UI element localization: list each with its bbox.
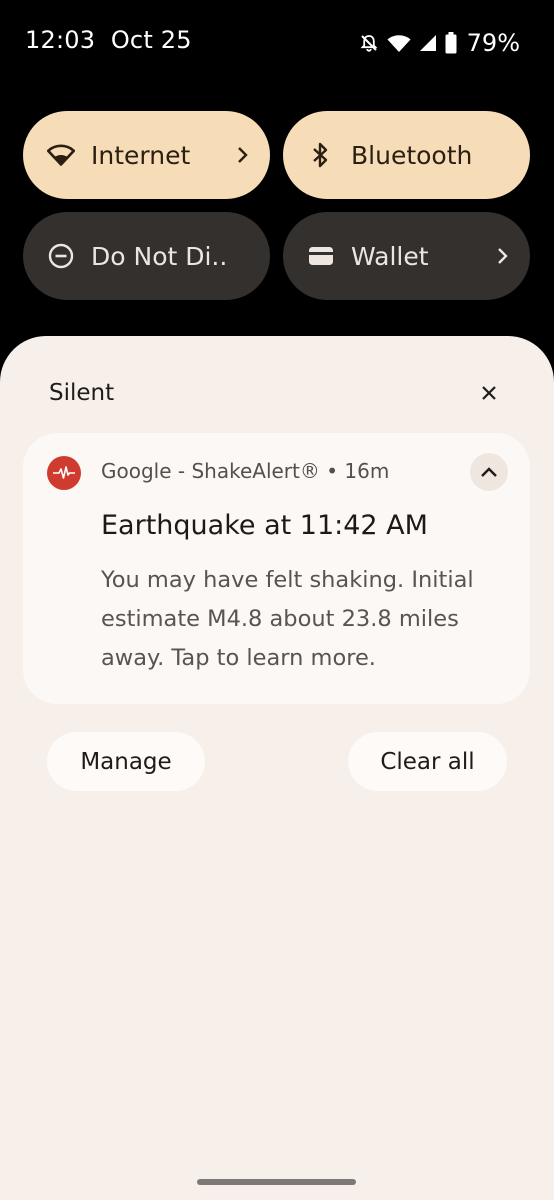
home-gesture-bar[interactable]: [197, 1179, 356, 1185]
battery-icon: [445, 32, 457, 54]
wallet-icon: [307, 242, 335, 270]
notification-shade: Silent Google - ShakeAlert® • 16m Earthq…: [0, 336, 554, 1200]
status-icons: 79%: [359, 29, 520, 57]
notification-body: You may have felt shaking. Initial estim…: [101, 567, 474, 671]
chevron-up-icon: [480, 463, 498, 482]
do-not-disturb-icon: [47, 242, 75, 270]
wifi-icon: [47, 141, 75, 169]
tile-label: Internet: [91, 140, 191, 170]
dismiss-silent-button[interactable]: [470, 376, 508, 414]
collapse-notification-button[interactable]: [470, 453, 508, 491]
status-bar: 12:03 Oct 25 79%: [0, 0, 554, 88]
cellular-signal-icon: [419, 34, 437, 52]
tile-label: Do Not Di..: [91, 241, 228, 271]
chevron-right-icon: [488, 247, 508, 265]
quick-tile-wallet[interactable]: Wallet: [283, 212, 530, 300]
chevron-right-icon: [228, 146, 248, 164]
bell-off-icon: [359, 33, 379, 53]
quick-tile-internet[interactable]: Internet: [23, 111, 270, 199]
tile-label: Wallet: [351, 241, 429, 271]
tile-label: Bluetooth: [351, 140, 473, 170]
bluetooth-icon: [307, 141, 335, 169]
notification-title: Earthquake at 11:42 AM: [101, 510, 428, 541]
clear-all-button[interactable]: Clear all: [348, 732, 507, 791]
quick-tile-bluetooth[interactable]: Bluetooth: [283, 111, 530, 199]
earthquake-alert-icon: [47, 456, 81, 490]
battery-percent: 79%: [466, 29, 520, 57]
notification-card[interactable]: Google - ShakeAlert® • 16m Earthquake at…: [23, 433, 530, 704]
quick-tile-do-not-disturb[interactable]: Do Not Di..: [23, 212, 270, 300]
status-date: Oct 25: [110, 26, 192, 54]
status-clock: 12:03 Oct 25: [25, 26, 192, 54]
section-title-silent: Silent: [49, 380, 115, 406]
status-time: 12:03: [25, 26, 96, 54]
close-icon: [481, 385, 497, 405]
wifi-icon: [387, 33, 411, 53]
manage-button[interactable]: Manage: [47, 732, 205, 791]
notification-header: Google - ShakeAlert® • 16m: [101, 459, 390, 483]
